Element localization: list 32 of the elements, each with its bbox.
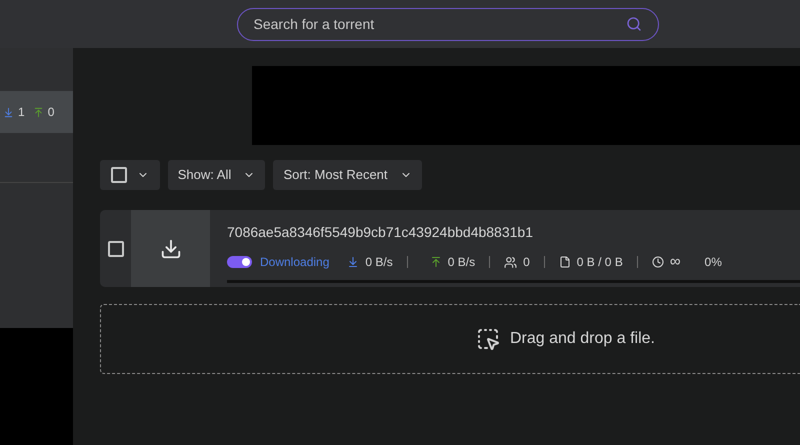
toggle-switch[interactable] <box>227 256 252 268</box>
search-icon[interactable] <box>626 16 642 32</box>
peers-icon <box>504 256 518 269</box>
sidebar-item[interactable]: 1 0 <box>0 91 73 133</box>
upload-icon <box>32 106 44 118</box>
eta-text: ∞ <box>670 252 681 272</box>
status-text: Downloading <box>260 254 330 272</box>
peer-count: 0 <box>523 254 530 272</box>
upload-speed: 0 B/s <box>448 254 476 272</box>
size-text: 0 B / 0 B <box>576 254 623 272</box>
upload-count: 0 <box>48 104 54 121</box>
clock-icon <box>652 256 664 268</box>
torrent-card[interactable]: 7086ae5a8346f5549b9cb71c43924bbd4b8831b1 Downloading 0 B/s 0 B/s 0 0 B / 0 B ∞ 0% <box>100 210 800 287</box>
show-filter-dropdown[interactable]: Show: All <box>168 160 265 190</box>
download-icon <box>347 256 360 268</box>
search-field[interactable]: Search for a torrent <box>236 8 658 40</box>
download-icon <box>160 238 182 260</box>
drop-icon <box>476 327 500 351</box>
checkbox[interactable] <box>111 167 127 183</box>
file-icon <box>558 256 571 268</box>
drop-zone[interactable]: Drag and drop a file. <box>100 304 800 374</box>
checkbox[interactable] <box>108 240 124 256</box>
download-count: 1 <box>18 104 25 121</box>
download-icon <box>3 106 14 118</box>
percent-text: 0% <box>704 254 722 272</box>
torrent-name: 7086ae5a8346f5549b9cb71c43924bbd4b8831b1 <box>227 223 534 242</box>
select-all-dropdown[interactable] <box>100 160 160 190</box>
drop-text: Drag and drop a file. <box>510 329 655 349</box>
upload-icon <box>430 256 442 268</box>
sort-dropdown[interactable]: Sort: Most Recent <box>273 160 422 190</box>
download-speed: 0 B/s <box>365 254 393 272</box>
search-input[interactable]: Search for a torrent <box>254 14 594 34</box>
